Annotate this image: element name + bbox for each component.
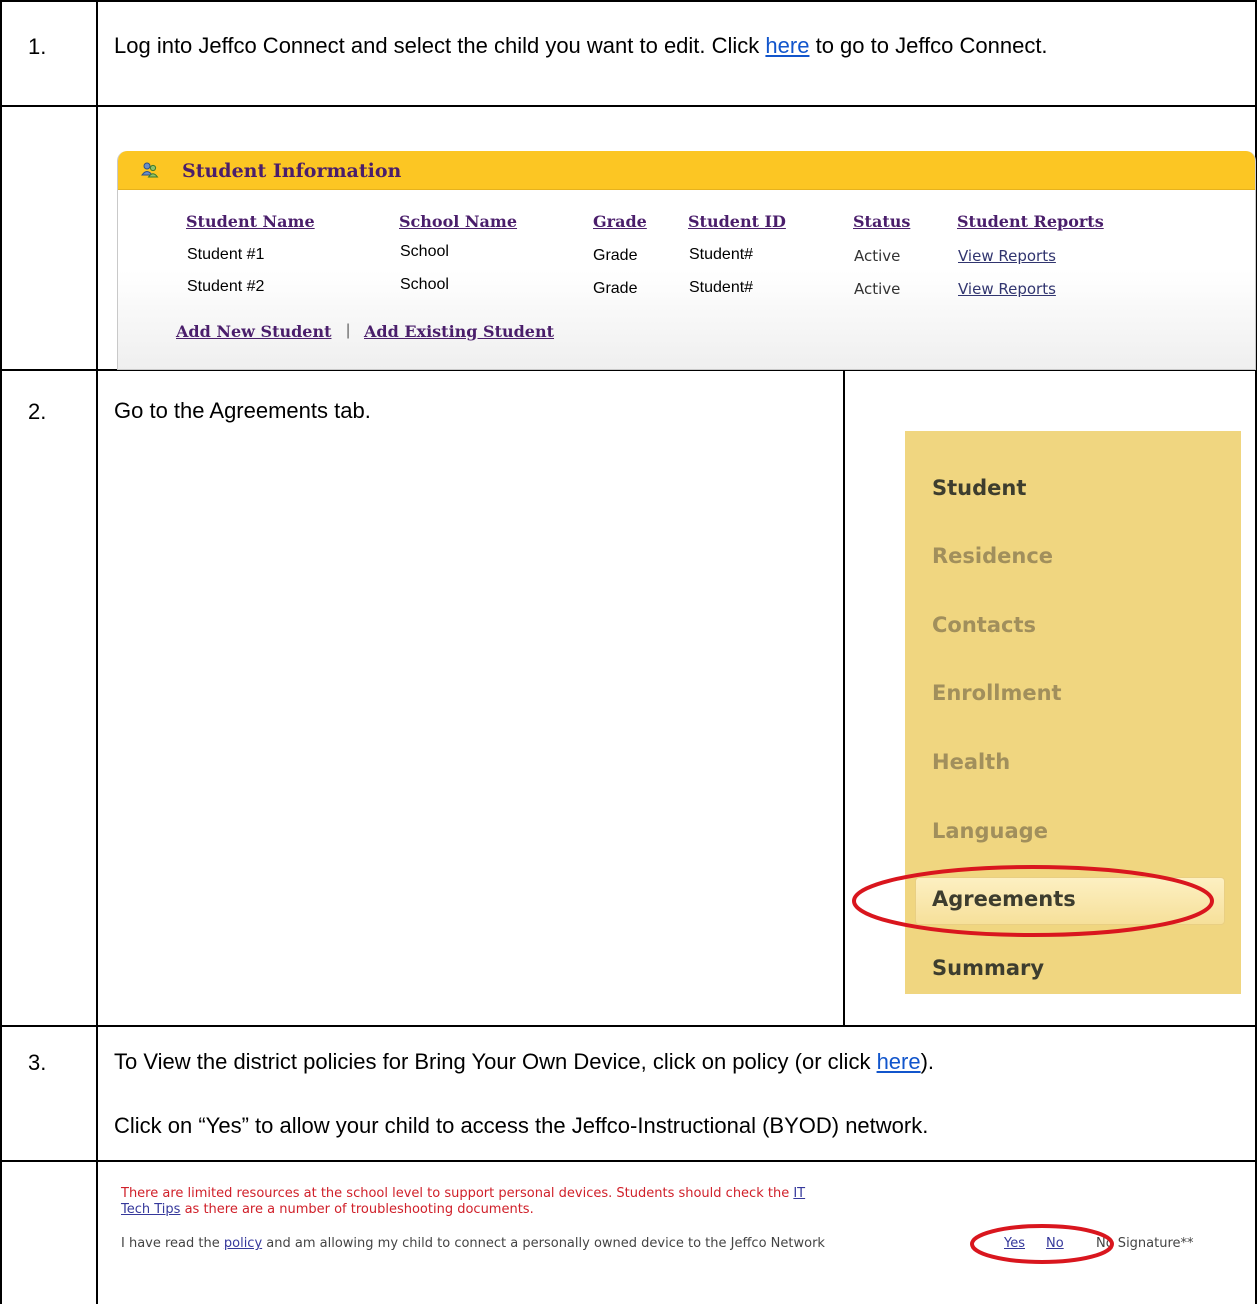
yes-option[interactable]: Yes [1004, 1236, 1025, 1251]
add-existing-student-link[interactable]: Add Existing Student [364, 322, 554, 341]
step-1-instruction: Log into Jeffco Connect and select the c… [114, 30, 1239, 62]
no-option[interactable]: No [1046, 1236, 1064, 1251]
policy-link[interactable]: policy [224, 1236, 262, 1251]
resource-notice-text-after: as there are a number of troubleshooting… [180, 1202, 534, 1217]
menu-item-language[interactable]: Language [932, 819, 1048, 843]
student-information-title: Student Information [182, 160, 402, 182]
link-separator: | [346, 322, 351, 339]
row-divider-1 [0, 105, 1257, 107]
student-2-grade: Grade [593, 280, 638, 297]
header-grade[interactable]: Grade [593, 212, 647, 231]
policy-statement: I have read the policy and am allowing m… [121, 1236, 825, 1251]
header-student-reports[interactable]: Student Reports [957, 212, 1104, 231]
student-2-view-reports-link[interactable]: View Reports [958, 280, 1056, 298]
resource-notice: There are limited resources at the schoo… [121, 1186, 981, 1218]
row-divider-3 [0, 1025, 1257, 1027]
add-new-student-link[interactable]: Add New Student [176, 322, 331, 341]
header-school-name[interactable]: School Name [399, 212, 517, 231]
step-3-text: To View the district policies for Bring … [114, 1049, 877, 1074]
policy-statement-text-after: and am allowing my child to connect a pe… [262, 1236, 825, 1251]
table-border-top [0, 0, 1257, 2]
menu-item-student[interactable]: Student [932, 476, 1026, 500]
student-2-name: Student #2 [187, 278, 265, 295]
step-3-instruction-line-1: To View the district policies for Bring … [114, 1046, 1244, 1078]
step-2-instruction: Go to the Agreements tab. [114, 398, 371, 423]
step-3-text-after: ). [920, 1049, 935, 1074]
step-1-text: Log into Jeffco Connect and select the c… [114, 33, 766, 58]
student-information-header: Student Information [118, 151, 1255, 190]
student-2-id: Student# [689, 279, 754, 296]
student-2-school: School [400, 276, 449, 293]
menu-item-summary[interactable]: Summary [932, 956, 1044, 980]
student-2-status: Active [854, 280, 901, 298]
student-information-panel: Student Information Student Name School … [117, 151, 1256, 370]
student-1-school: School [400, 243, 449, 260]
row-divider-4 [0, 1160, 1257, 1162]
header-student-name[interactable]: Student Name [186, 212, 315, 231]
step-3-instruction-line-2: Click on “Yes” to allow your child to ac… [114, 1113, 929, 1138]
step-number-2: 2. [28, 399, 47, 424]
table-border-left [0, 0, 2, 1304]
menu-item-health[interactable]: Health [932, 750, 1010, 774]
step-number-1: 1. [28, 34, 47, 59]
student-1-view-reports-link[interactable]: View Reports [958, 247, 1056, 265]
student-1-name: Student #1 [187, 246, 265, 263]
header-student-id[interactable]: Student ID [688, 212, 786, 231]
student-edit-side-menu: Student Residence Contacts Enrollment He… [905, 431, 1241, 994]
it-tech-tips-link-part-1[interactable]: IT [793, 1186, 805, 1201]
policy-statement-text: I have read the [121, 1236, 224, 1251]
students-icon [141, 162, 159, 178]
student-1-id: Student# [689, 246, 754, 263]
menu-item-agreements[interactable]: Agreements [932, 887, 1076, 911]
step2-image-divider [843, 369, 845, 1027]
menu-item-contacts[interactable]: Contacts [932, 613, 1036, 637]
resource-notice-text: There are limited resources at the schoo… [121, 1186, 794, 1201]
step-1-text-after: to go to Jeffco Connect. [809, 33, 1048, 58]
menu-item-enrollment[interactable]: Enrollment [932, 681, 1062, 705]
menu-item-residence[interactable]: Residence [932, 544, 1053, 568]
it-tech-tips-link-part-2[interactable]: Tech Tips [121, 1202, 180, 1217]
student-1-status: Active [854, 247, 901, 265]
no-signature-option[interactable]: No Signature** [1096, 1236, 1194, 1251]
step-number-3: 3. [28, 1050, 47, 1075]
number-column-divider [96, 0, 98, 1304]
byod-policy-link[interactable]: here [877, 1049, 921, 1074]
student-1-grade: Grade [593, 247, 638, 264]
header-status[interactable]: Status [853, 212, 910, 231]
jeffco-connect-link[interactable]: here [765, 33, 809, 58]
